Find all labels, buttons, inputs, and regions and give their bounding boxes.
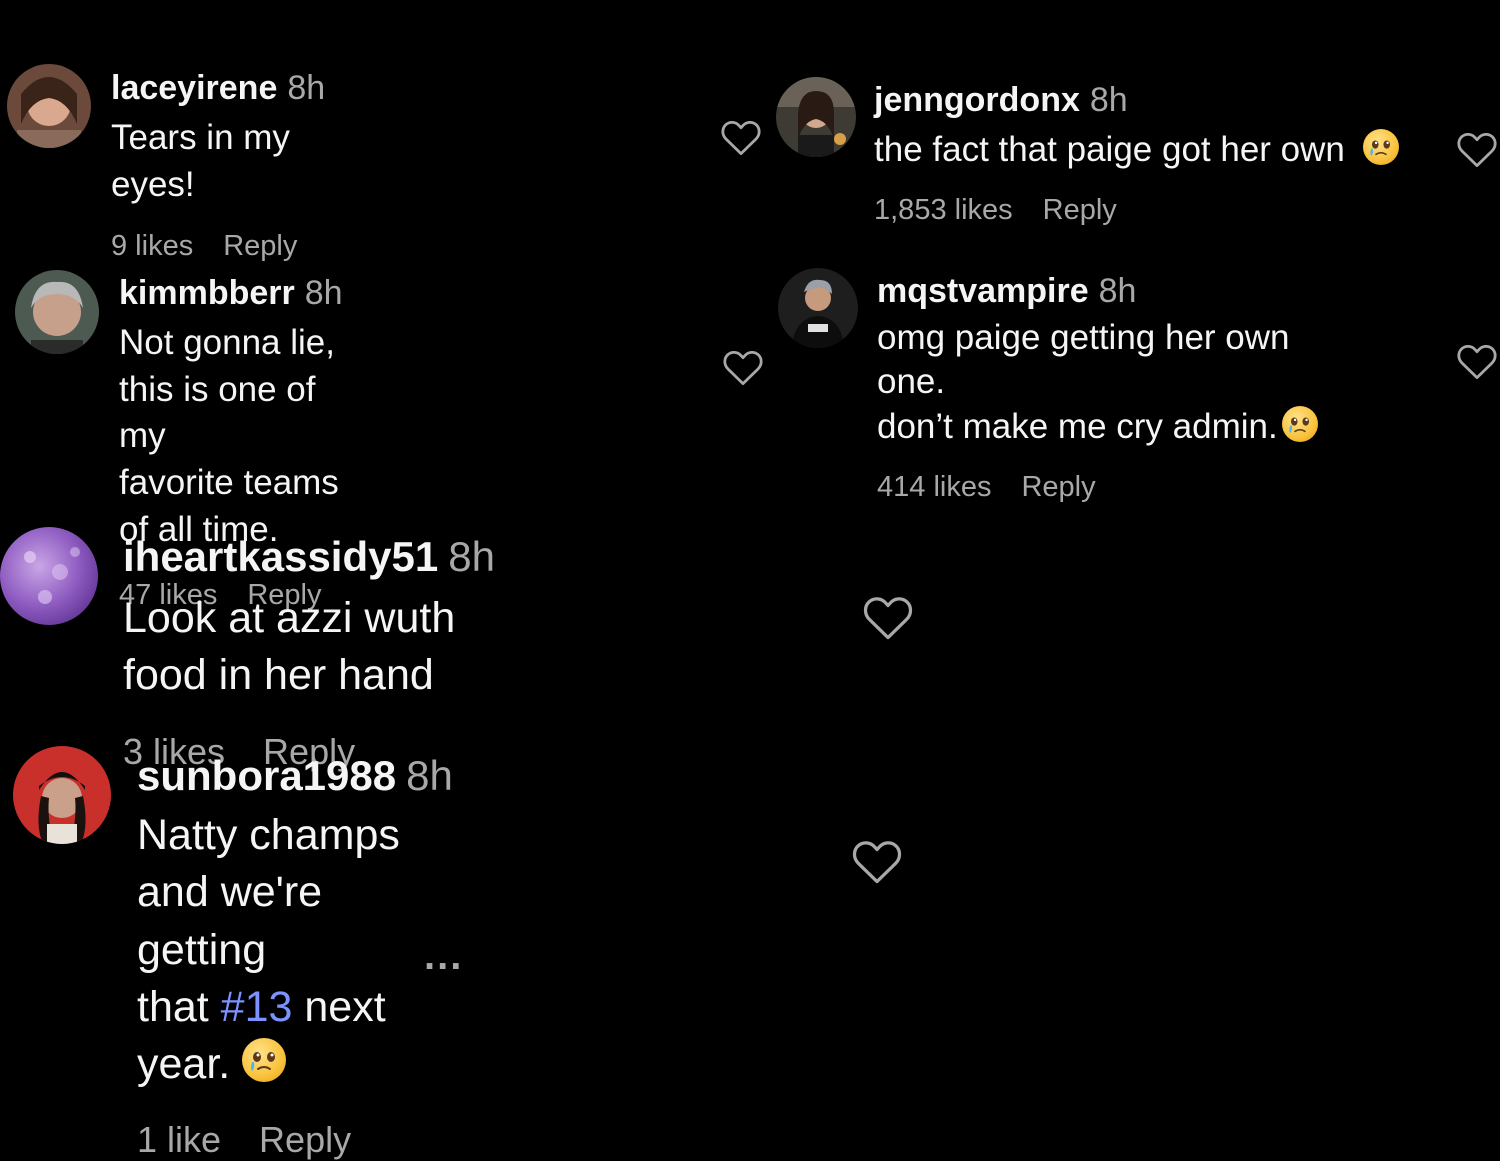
comment-text-line: Not gonna lie, this is one of my bbox=[119, 323, 335, 456]
timestamp: 8h bbox=[1089, 81, 1128, 119]
avatar[interactable] bbox=[0, 527, 98, 625]
comment-text-line: Natty champs and we're getting bbox=[137, 811, 400, 974]
avatar[interactable] bbox=[15, 270, 99, 354]
crying-face-emoji-icon bbox=[242, 1037, 287, 1082]
timestamp: 8h bbox=[287, 69, 326, 107]
comment-text: Look at azzi wuth food in her hand bbox=[123, 594, 456, 700]
username[interactable]: sunbora1988 bbox=[137, 752, 396, 799]
hashtag-link[interactable]: #13 bbox=[221, 983, 293, 1031]
comment-text-line: that #13 next year. bbox=[137, 979, 453, 1093]
username[interactable]: iheartkassidy51 bbox=[123, 533, 438, 580]
comment-text-fragment: that bbox=[137, 982, 221, 1031]
timestamp: 8h bbox=[448, 533, 495, 580]
heart-icon[interactable] bbox=[1456, 129, 1498, 169]
crying-face-emoji-icon bbox=[1281, 405, 1318, 442]
heart-icon[interactable] bbox=[1456, 341, 1498, 381]
heart-icon[interactable] bbox=[722, 347, 764, 387]
username[interactable]: jenngordonx bbox=[874, 81, 1080, 119]
comment-text: Tears in my eyes! bbox=[111, 118, 290, 204]
username[interactable]: kimmbberr bbox=[119, 274, 295, 312]
comment-text-line: omg paige getting her own one. bbox=[877, 318, 1290, 402]
username[interactable]: laceyirene bbox=[111, 69, 277, 107]
likes-count[interactable]: 414 likes bbox=[877, 471, 991, 503]
avatar[interactable] bbox=[13, 746, 111, 844]
heart-icon[interactable] bbox=[720, 117, 762, 157]
comment-text-fragment: don’t make me cry admin. bbox=[877, 406, 1278, 446]
reply-button[interactable]: Reply bbox=[259, 1119, 351, 1160]
avatar[interactable] bbox=[776, 77, 856, 157]
comment-text-line: don’t make me cry admin. bbox=[877, 405, 1318, 449]
likes-count[interactable]: 9 likes bbox=[111, 230, 193, 262]
timestamp: 8h bbox=[406, 752, 453, 799]
reply-button[interactable]: Reply bbox=[223, 230, 297, 262]
reply-button[interactable]: Reply bbox=[1043, 194, 1117, 226]
heart-icon[interactable] bbox=[851, 837, 903, 885]
timestamp: 8h bbox=[1098, 272, 1137, 310]
username[interactable]: mqstvampire bbox=[877, 272, 1089, 310]
comment-text: the fact that paige got her own bbox=[874, 130, 1355, 170]
reply-button[interactable]: Reply bbox=[1021, 471, 1095, 503]
timestamp: 8h bbox=[304, 274, 343, 312]
avatar[interactable] bbox=[778, 268, 858, 348]
heart-icon[interactable] bbox=[862, 593, 914, 641]
avatar[interactable] bbox=[7, 64, 91, 148]
likes-count[interactable]: 1,853 likes bbox=[874, 194, 1013, 226]
crying-face-emoji-icon bbox=[1362, 129, 1399, 166]
more-dots-icon[interactable]: ... bbox=[424, 934, 463, 979]
likes-count[interactable]: 1 like bbox=[137, 1119, 221, 1160]
